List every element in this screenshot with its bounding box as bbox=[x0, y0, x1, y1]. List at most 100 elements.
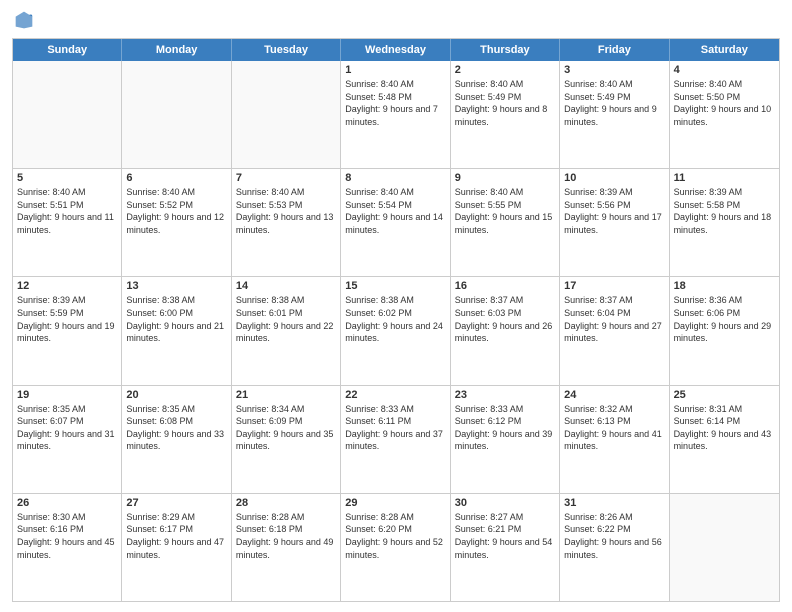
calendar-cell: 21 Sunrise: 8:34 AM Sunset: 6:09 PM Dayli… bbox=[232, 386, 341, 493]
calendar-cell bbox=[13, 61, 122, 168]
day-number: 5 bbox=[17, 172, 117, 184]
day-info: Sunrise: 8:35 AM Sunset: 6:08 PM Dayligh… bbox=[126, 403, 226, 453]
calendar-week-3: 12 Sunrise: 8:39 AM Sunset: 5:59 PM Dayli… bbox=[13, 277, 779, 385]
calendar-cell: 17Sunrise: 8:37 AM Sunset: 6:04 PM Dayli… bbox=[560, 277, 669, 384]
day-info: Sunrise: 8:28 AM Sunset: 6:18 PM Dayligh… bbox=[236, 511, 336, 561]
calendar-cell: 19 Sunrise: 8:35 AM Sunset: 6:07 PM Dayli… bbox=[13, 386, 122, 493]
calendar-cell: 29 Sunrise: 8:28 AM Sunset: 6:20 PM Dayli… bbox=[341, 494, 450, 601]
calendar-cell: 3 Sunrise: 8:40 AM Sunset: 5:49 PM Daylig… bbox=[560, 61, 669, 168]
day-number: 14 bbox=[236, 280, 336, 292]
day-number: 17 bbox=[564, 280, 664, 292]
day-info: Sunrise: 8:27 AM Sunset: 6:21 PM Dayligh… bbox=[455, 511, 555, 561]
day-number: 22 bbox=[345, 389, 445, 401]
calendar-cell: 14 Sunrise: 8:38 AM Sunset: 6:01 PM Dayli… bbox=[232, 277, 341, 384]
logo-icon bbox=[14, 10, 34, 30]
day-info: Sunrise: 8:36 AM Sunset: 6:06 PM Dayligh… bbox=[674, 294, 775, 344]
calendar-cell bbox=[122, 61, 231, 168]
header-wednesday: Wednesday bbox=[341, 39, 450, 61]
calendar-cell: 20 Sunrise: 8:35 AM Sunset: 6:08 PM Dayli… bbox=[122, 386, 231, 493]
day-info: Sunrise: 8:28 AM Sunset: 6:20 PM Dayligh… bbox=[345, 511, 445, 561]
calendar-cell: 5 Sunrise: 8:40 AM Sunset: 5:51 PM Daylig… bbox=[13, 169, 122, 276]
day-number: 28 bbox=[236, 497, 336, 509]
day-number: 16 bbox=[455, 280, 555, 292]
calendar-week-2: 5 Sunrise: 8:40 AM Sunset: 5:51 PM Daylig… bbox=[13, 169, 779, 277]
day-info: Sunrise: 8:34 AM Sunset: 6:09 PM Dayligh… bbox=[236, 403, 336, 453]
calendar-header: Sunday Monday Tuesday Wednesday Thursday… bbox=[13, 39, 779, 61]
day-info: Sunrise: 8:40 AM Sunset: 5:50 PM Dayligh… bbox=[674, 78, 775, 128]
header-saturday: Saturday bbox=[670, 39, 779, 61]
day-number: 6 bbox=[126, 172, 226, 184]
day-number: 20 bbox=[126, 389, 226, 401]
calendar-cell: 2Sunrise: 8:40 AM Sunset: 5:49 PM Daylig… bbox=[451, 61, 560, 168]
day-number: 4 bbox=[674, 64, 775, 76]
calendar-cell: 8 Sunrise: 8:40 AM Sunset: 5:54 PM Daylig… bbox=[341, 169, 450, 276]
calendar-cell: 30 Sunrise: 8:27 AM Sunset: 6:21 PM Dayli… bbox=[451, 494, 560, 601]
day-number: 21 bbox=[236, 389, 336, 401]
page: Sunday Monday Tuesday Wednesday Thursday… bbox=[0, 0, 792, 612]
day-number: 10 bbox=[564, 172, 664, 184]
calendar-cell: 27 Sunrise: 8:29 AM Sunset: 6:17 PM Dayli… bbox=[122, 494, 231, 601]
day-number: 25 bbox=[674, 389, 775, 401]
day-number: 2 bbox=[455, 64, 555, 76]
calendar-cell: 28 Sunrise: 8:28 AM Sunset: 6:18 PM Dayli… bbox=[232, 494, 341, 601]
calendar-cell: 12 Sunrise: 8:39 AM Sunset: 5:59 PM Dayli… bbox=[13, 277, 122, 384]
calendar-cell: 10 Sunrise: 8:39 AM Sunset: 5:56 PM Dayli… bbox=[560, 169, 669, 276]
calendar-body: 1Sunrise: 8:40 AM Sunset: 5:48 PM Daylig… bbox=[13, 61, 779, 601]
calendar-cell: 4 Sunrise: 8:40 AM Sunset: 5:50 PM Daylig… bbox=[670, 61, 779, 168]
day-info: Sunrise: 8:29 AM Sunset: 6:17 PM Dayligh… bbox=[126, 511, 226, 561]
day-number: 11 bbox=[674, 172, 775, 184]
calendar-cell: 24 Sunrise: 8:32 AM Sunset: 6:13 PM Dayli… bbox=[560, 386, 669, 493]
day-number: 3 bbox=[564, 64, 664, 76]
day-number: 27 bbox=[126, 497, 226, 509]
day-info: Sunrise: 8:33 AM Sunset: 6:11 PM Dayligh… bbox=[345, 403, 445, 453]
day-info: Sunrise: 8:31 AM Sunset: 6:14 PM Dayligh… bbox=[674, 403, 775, 453]
calendar-cell: 15 Sunrise: 8:38 AM Sunset: 6:02 PM Dayli… bbox=[341, 277, 450, 384]
header-friday: Friday bbox=[560, 39, 669, 61]
calendar-cell: 7Sunrise: 8:40 AM Sunset: 5:53 PM Daylig… bbox=[232, 169, 341, 276]
day-info: Sunrise: 8:40 AM Sunset: 5:52 PM Dayligh… bbox=[126, 186, 226, 236]
day-number: 29 bbox=[345, 497, 445, 509]
day-info: Sunrise: 8:39 AM Sunset: 5:56 PM Dayligh… bbox=[564, 186, 664, 236]
day-info: Sunrise: 8:26 AM Sunset: 6:22 PM Dayligh… bbox=[564, 511, 664, 561]
day-number: 15 bbox=[345, 280, 445, 292]
calendar-cell: 18 Sunrise: 8:36 AM Sunset: 6:06 PM Dayli… bbox=[670, 277, 779, 384]
calendar: Sunday Monday Tuesday Wednesday Thursday… bbox=[12, 38, 780, 602]
header-tuesday: Tuesday bbox=[232, 39, 341, 61]
day-number: 30 bbox=[455, 497, 555, 509]
day-info: Sunrise: 8:40 AM Sunset: 5:48 PM Dayligh… bbox=[345, 78, 445, 128]
day-info: Sunrise: 8:40 AM Sunset: 5:55 PM Dayligh… bbox=[455, 186, 555, 236]
calendar-cell: 26Sunrise: 8:30 AM Sunset: 6:16 PM Dayli… bbox=[13, 494, 122, 601]
day-info: Sunrise: 8:39 AM Sunset: 5:59 PM Dayligh… bbox=[17, 294, 117, 344]
day-info: Sunrise: 8:40 AM Sunset: 5:51 PM Dayligh… bbox=[17, 186, 117, 236]
day-number: 31 bbox=[564, 497, 664, 509]
day-info: Sunrise: 8:40 AM Sunset: 5:53 PM Dayligh… bbox=[236, 186, 336, 236]
calendar-cell bbox=[670, 494, 779, 601]
day-info: Sunrise: 8:38 AM Sunset: 6:02 PM Dayligh… bbox=[345, 294, 445, 344]
day-number: 12 bbox=[17, 280, 117, 292]
day-number: 19 bbox=[17, 389, 117, 401]
day-number: 18 bbox=[674, 280, 775, 292]
day-info: Sunrise: 8:38 AM Sunset: 6:00 PM Dayligh… bbox=[126, 294, 226, 344]
day-info: Sunrise: 8:32 AM Sunset: 6:13 PM Dayligh… bbox=[564, 403, 664, 453]
calendar-week-1: 1Sunrise: 8:40 AM Sunset: 5:48 PM Daylig… bbox=[13, 61, 779, 169]
calendar-cell bbox=[232, 61, 341, 168]
header-thursday: Thursday bbox=[451, 39, 560, 61]
day-info: Sunrise: 8:35 AM Sunset: 6:07 PM Dayligh… bbox=[17, 403, 117, 453]
header-monday: Monday bbox=[122, 39, 231, 61]
day-info: Sunrise: 8:40 AM Sunset: 5:54 PM Dayligh… bbox=[345, 186, 445, 236]
day-info: Sunrise: 8:40 AM Sunset: 5:49 PM Dayligh… bbox=[564, 78, 664, 128]
day-number: 24 bbox=[564, 389, 664, 401]
calendar-cell: 22 Sunrise: 8:33 AM Sunset: 6:11 PM Dayli… bbox=[341, 386, 450, 493]
day-info: Sunrise: 8:38 AM Sunset: 6:01 PM Dayligh… bbox=[236, 294, 336, 344]
calendar-cell: 23Sunrise: 8:33 AM Sunset: 6:12 PM Dayli… bbox=[451, 386, 560, 493]
calendar-cell: 6 Sunrise: 8:40 AM Sunset: 5:52 PM Daylig… bbox=[122, 169, 231, 276]
day-number: 26 bbox=[17, 497, 117, 509]
day-number: 23 bbox=[455, 389, 555, 401]
calendar-week-5: 26Sunrise: 8:30 AM Sunset: 6:16 PM Dayli… bbox=[13, 494, 779, 601]
calendar-cell: 31 Sunrise: 8:26 AM Sunset: 6:22 PM Dayli… bbox=[560, 494, 669, 601]
calendar-week-4: 19 Sunrise: 8:35 AM Sunset: 6:07 PM Dayli… bbox=[13, 386, 779, 494]
day-number: 8 bbox=[345, 172, 445, 184]
calendar-cell: 1Sunrise: 8:40 AM Sunset: 5:48 PM Daylig… bbox=[341, 61, 450, 168]
day-number: 13 bbox=[126, 280, 226, 292]
day-info: Sunrise: 8:39 AM Sunset: 5:58 PM Dayligh… bbox=[674, 186, 775, 236]
